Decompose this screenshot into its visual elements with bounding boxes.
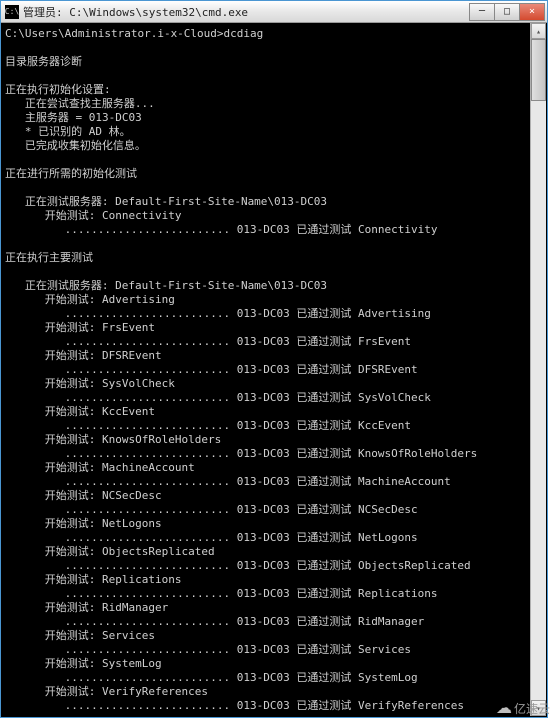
title-prefix: 管理员: (23, 6, 63, 19)
scroll-up-button[interactable]: ▴ (531, 23, 546, 39)
window-controls: ─ □ × (470, 3, 545, 21)
scroll-thumb[interactable] (531, 39, 546, 101)
minimize-button[interactable]: ─ (469, 3, 495, 21)
maximize-button[interactable]: □ (494, 3, 520, 21)
scroll-track[interactable] (531, 39, 546, 700)
window-title: 管理员: C:\Windows\system32\cmd.exe (23, 4, 470, 20)
close-button[interactable]: × (519, 3, 545, 21)
scroll-down-button[interactable]: ▾ (531, 700, 546, 716)
terminal-output: C:\Users\Administrator.i-x-Cloud>dcdiag … (1, 23, 547, 717)
cmd-icon: C:\ (5, 5, 19, 19)
scrollbar[interactable]: ▴ ▾ (530, 23, 546, 716)
titlebar[interactable]: C:\ 管理员: C:\Windows\system32\cmd.exe ─ □… (1, 1, 547, 23)
title-path: C:\Windows\system32\cmd.exe (69, 6, 248, 19)
cmd-window: C:\ 管理员: C:\Windows\system32\cmd.exe ─ □… (0, 0, 548, 718)
